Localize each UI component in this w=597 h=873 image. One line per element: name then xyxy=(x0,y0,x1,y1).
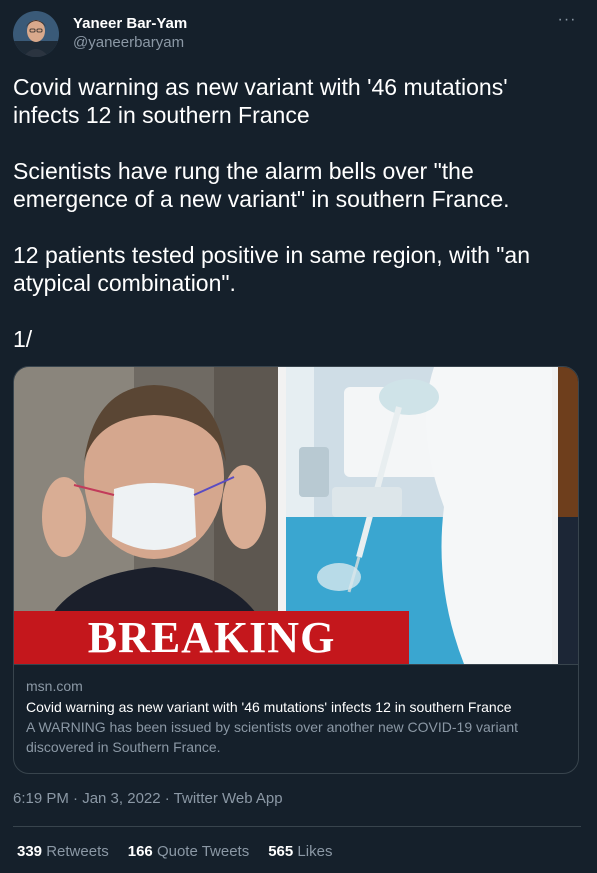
tweet-header: Yaneer Bar-Yam @yaneerbaryam ··· xyxy=(13,11,581,59)
breaking-banner: BREAKING xyxy=(14,611,409,664)
tweet-paragraph: Scientists have rung the alarm bells ove… xyxy=(13,158,510,212)
quote-tweets-label: Quote Tweets xyxy=(156,843,250,860)
tweet-stats: 339 Retweets 166 Quote Tweets 565 Likes xyxy=(17,842,351,862)
avatar[interactable] xyxy=(13,11,59,57)
likes-stat[interactable]: 565 Likes xyxy=(268,842,332,862)
breaking-banner-text: BREAKING xyxy=(87,613,336,662)
retweets-label: Retweets xyxy=(46,843,109,860)
quote-tweets-count: 166 xyxy=(127,843,153,860)
author-display-name[interactable]: Yaneer Bar-Yam xyxy=(73,14,187,33)
retweets-count: 339 xyxy=(17,843,43,860)
more-horizontal-icon[interactable]: ··· xyxy=(555,12,579,33)
link-preview-card[interactable]: BREAKING msn.com Covid warning as new va… xyxy=(13,366,579,774)
divider xyxy=(13,826,581,827)
retweets-stat[interactable]: 339 Retweets xyxy=(17,842,109,862)
card-body[interactable]: msn.com Covid warning as new variant wit… xyxy=(14,664,578,757)
quote-tweets-stat[interactable]: 166 Quote Tweets xyxy=(128,842,249,862)
tweet-timestamp[interactable]: 6:19 PM · Jan 3, 2022 · Twitter Web App xyxy=(13,789,283,809)
tweet: Yaneer Bar-Yam @yaneerbaryam ··· Covid w… xyxy=(0,0,597,873)
likes-label: Likes xyxy=(297,843,333,860)
author-handle[interactable]: @yaneerbaryam xyxy=(73,33,187,53)
card-title[interactable]: Covid warning as new variant with '46 mu… xyxy=(26,697,566,717)
tweet-paragraph: Covid warning as new variant with '46 mu… xyxy=(13,74,508,128)
tweet-paragraph: 12 patients tested positive in same regi… xyxy=(13,242,531,296)
likes-count: 565 xyxy=(268,843,294,860)
tweet-text: Covid warning as new variant with '46 mu… xyxy=(13,73,573,381)
tweet-paragraph: 1/ xyxy=(13,326,33,352)
card-domain: msn.com xyxy=(26,678,83,694)
card-description: A WARNING has been issued by scientists … xyxy=(26,719,519,755)
author-info: Yaneer Bar-Yam @yaneerbaryam xyxy=(73,14,187,53)
card-image[interactable]: BREAKING xyxy=(14,367,578,664)
